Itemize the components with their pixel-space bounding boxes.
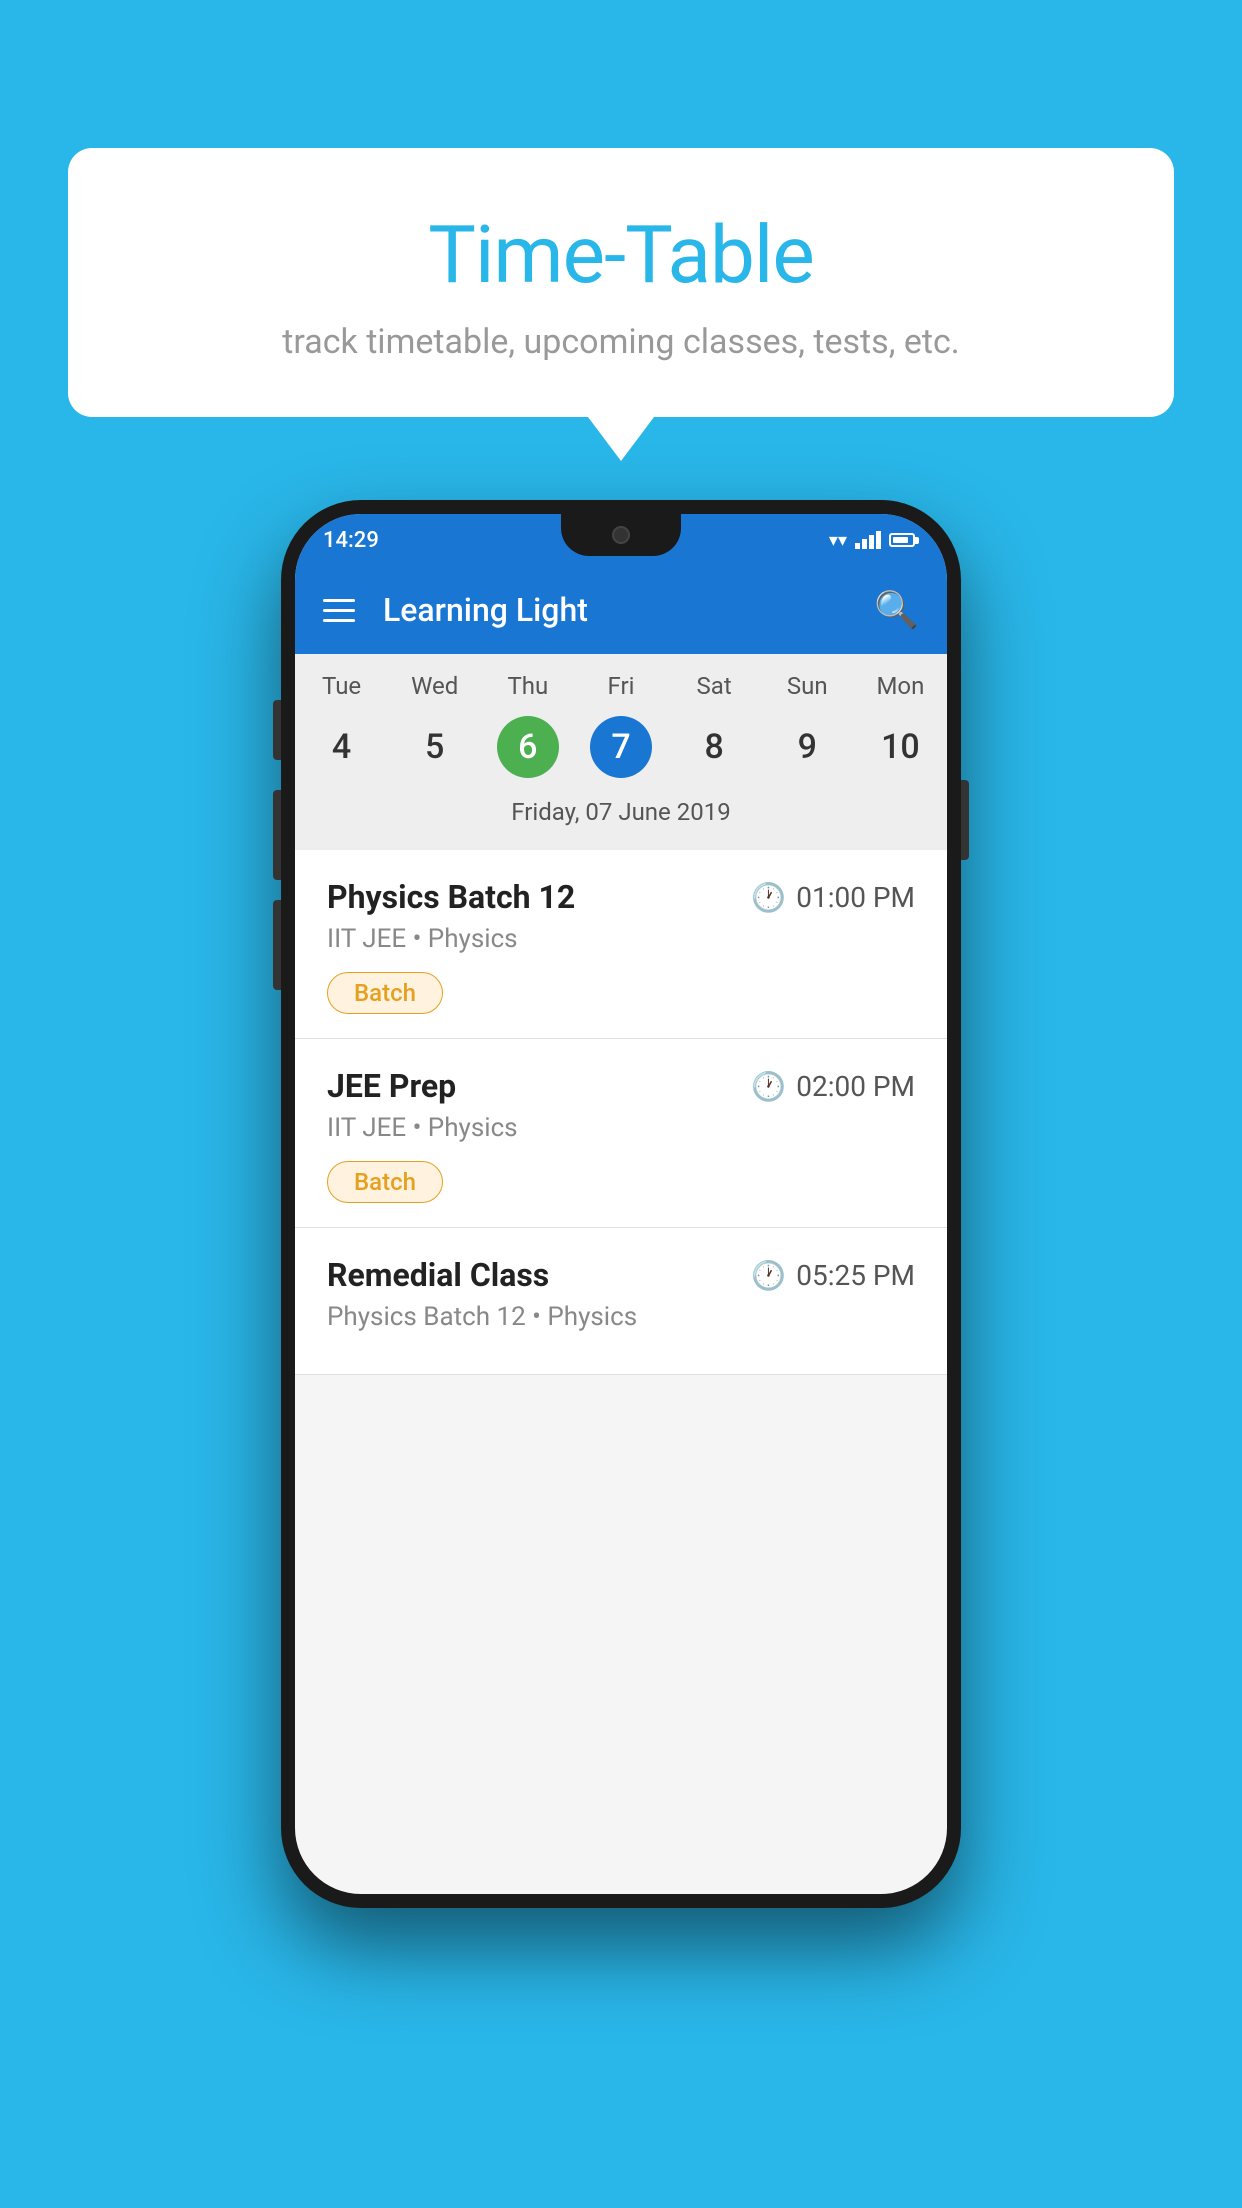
schedule-item-3-time: 🕐 05:25 PM <box>751 1259 915 1292</box>
day-4[interactable]: 4 <box>295 708 388 786</box>
schedule-item-3-header: Remedial Class 🕐 05:25 PM <box>327 1256 915 1294</box>
volume-up-button <box>273 700 281 760</box>
day-header-fri: Fri <box>574 672 667 700</box>
clock-icon-2: 🕐 <box>751 1070 786 1103</box>
schedule-item-remedial[interactable]: Remedial Class 🕐 05:25 PM Physics Batch … <box>295 1228 947 1375</box>
bubble-subtitle: track timetable, upcoming classes, tests… <box>108 322 1134 362</box>
schedule-item-2-subtitle: IIT JEE • Physics <box>327 1113 915 1143</box>
clock-icon-1: 🕐 <box>751 881 786 914</box>
schedule-item-3-title: Remedial Class <box>327 1256 549 1294</box>
day-header-tue: Tue <box>295 672 388 700</box>
day-9[interactable]: 9 <box>761 708 854 786</box>
schedule-list: Physics Batch 12 🕐 01:00 PM IIT JEE • Ph… <box>295 850 947 1375</box>
batch-badge-2: Batch <box>327 1161 443 1203</box>
schedule-item-2-title: JEE Prep <box>327 1067 456 1105</box>
day-header-sat: Sat <box>668 672 761 700</box>
power-button <box>961 780 969 860</box>
day-headers: Tue Wed Thu Fri Sat Sun Mon <box>295 672 947 700</box>
schedule-item-2-header: JEE Prep 🕐 02:00 PM <box>327 1067 915 1105</box>
day-header-sun: Sun <box>761 672 854 700</box>
status-time: 14:29 <box>323 528 379 553</box>
phone-frame: 14:29 ▾▾ <box>281 500 961 1908</box>
bubble-title: Time-Table <box>108 208 1134 302</box>
schedule-item-physics-batch[interactable]: Physics Batch 12 🕐 01:00 PM IIT JEE • Ph… <box>295 850 947 1039</box>
day-8[interactable]: 8 <box>668 708 761 786</box>
front-camera <box>612 526 630 544</box>
search-icon[interactable]: 🔍 <box>874 589 919 631</box>
day-header-mon: Mon <box>854 672 947 700</box>
app-title: Learning Light <box>383 591 874 629</box>
schedule-item-3-subtitle: Physics Batch 12 • Physics <box>327 1302 915 1332</box>
calendar-strip: Tue Wed Thu Fri Sat Sun Mon 4 5 6 7 8 9 … <box>295 654 947 850</box>
day-6-today[interactable]: 6 <box>481 708 574 786</box>
battery-fill <box>893 537 908 543</box>
volume-down-button <box>273 790 281 880</box>
clock-icon-3: 🕐 <box>751 1259 786 1292</box>
schedule-item-3-time-value: 05:25 PM <box>796 1259 915 1292</box>
schedule-item-jee-prep[interactable]: JEE Prep 🕐 02:00 PM IIT JEE • Physics Ba… <box>295 1039 947 1228</box>
battery-tip <box>915 537 919 544</box>
app-bar: Learning Light 🔍 <box>295 566 947 654</box>
schedule-item-2-time: 🕐 02:00 PM <box>751 1070 915 1103</box>
day-10[interactable]: 10 <box>854 708 947 786</box>
silent-button <box>273 900 281 990</box>
schedule-item-1-header: Physics Batch 12 🕐 01:00 PM <box>327 878 915 916</box>
selected-date-label: Friday, 07 June 2019 <box>295 786 947 842</box>
day-7-selected[interactable]: 7 <box>574 708 667 786</box>
speech-bubble: Time-Table track timetable, upcoming cla… <box>68 148 1174 417</box>
schedule-item-1-title: Physics Batch 12 <box>327 878 575 916</box>
day-header-thu: Thu <box>481 672 574 700</box>
menu-button[interactable] <box>323 599 355 622</box>
battery-icon <box>889 533 919 547</box>
schedule-item-1-time-value: 01:00 PM <box>796 881 915 914</box>
day-numbers: 4 5 6 7 8 9 10 <box>295 708 947 786</box>
phone-screen: 14:29 ▾▾ <box>295 514 947 1894</box>
day-5[interactable]: 5 <box>388 708 481 786</box>
schedule-item-2-time-value: 02:00 PM <box>796 1070 915 1103</box>
phone-notch <box>561 514 681 556</box>
batch-badge-1: Batch <box>327 972 443 1014</box>
day-header-wed: Wed <box>388 672 481 700</box>
battery-body <box>889 533 915 547</box>
status-icons: ▾▾ <box>829 530 919 551</box>
speech-bubble-container: Time-Table track timetable, upcoming cla… <box>68 148 1174 417</box>
wifi-icon: ▾▾ <box>829 530 847 551</box>
schedule-item-1-subtitle: IIT JEE • Physics <box>327 924 915 954</box>
phone-mockup: 14:29 ▾▾ <box>281 500 961 1908</box>
signal-bars-icon <box>855 531 881 549</box>
schedule-item-1-time: 🕐 01:00 PM <box>751 881 915 914</box>
